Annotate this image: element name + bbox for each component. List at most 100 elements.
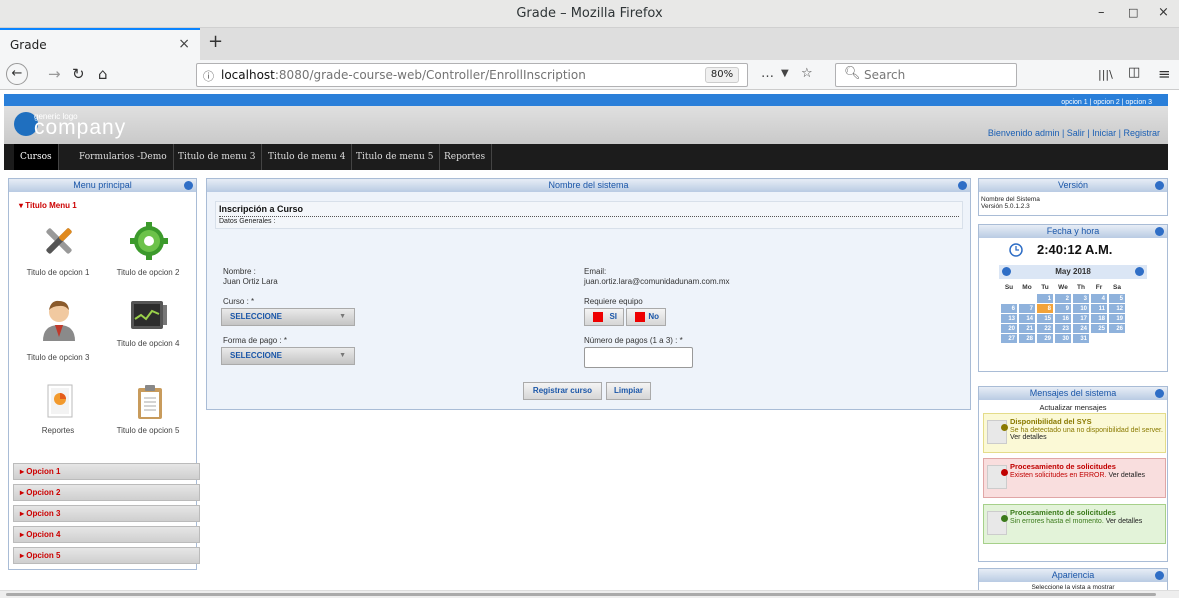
calendar-day[interactable]: 31: [1073, 334, 1089, 343]
main-panel-header: Nombre del sistema: [207, 179, 970, 192]
close-tab-icon[interactable]: ×: [178, 36, 190, 52]
calendar-day[interactable]: 19: [1109, 314, 1125, 323]
option-1-tile[interactable]: Titulo de opcion 1: [21, 221, 101, 281]
next-month-icon[interactable]: [1135, 267, 1144, 276]
info-icon[interactable]: ⓘ: [203, 68, 214, 84]
panel-toggle-icon[interactable]: [184, 181, 193, 190]
pocket-icon[interactable]: ▼: [781, 68, 789, 79]
curso-select[interactable]: SELECCIONE ▼: [221, 308, 355, 326]
calendar-day[interactable]: 24: [1073, 324, 1089, 333]
option-4-tile[interactable]: Titulo de opcion 4: [111, 297, 191, 367]
calendar-day[interactable]: 9: [1055, 304, 1071, 313]
refresh-messages-link[interactable]: Actualizar mensajes: [979, 403, 1167, 412]
menu-reportes[interactable]: Reportes: [438, 144, 493, 170]
bookmark-star-icon[interactable]: ☆: [801, 66, 813, 81]
message-details-link[interactable]: Ver detalles: [1108, 472, 1145, 479]
calendar-day[interactable]: 21: [1019, 324, 1035, 333]
calendar-day[interactable]: 29: [1037, 334, 1053, 343]
option-5-tile[interactable]: Titulo de opcion 5: [111, 384, 191, 444]
calendar-day[interactable]: 6: [1001, 304, 1017, 313]
version-panel-toggle-icon[interactable]: [1155, 181, 1164, 190]
menu-opcion-1[interactable]: ▸ Opcion 1: [13, 463, 200, 480]
message-details-link[interactable]: Ver detalles: [1106, 518, 1143, 525]
calendar-day[interactable]: 8: [1037, 304, 1053, 313]
message-details-link[interactable]: Ver detalles: [1010, 434, 1047, 441]
calendar-day[interactable]: 16: [1055, 314, 1071, 323]
maximize-button[interactable]: □: [1128, 6, 1138, 19]
appearance-panel-header: Apariencia: [979, 569, 1167, 582]
section-title[interactable]: ▾ Titulo Menu 1: [13, 199, 193, 215]
equipo-si-button[interactable]: SI: [584, 308, 624, 326]
zoom-level[interactable]: 80%: [705, 67, 739, 83]
calendar-day[interactable]: 17: [1073, 314, 1089, 323]
form-title: Inscripción a Curso: [219, 204, 304, 214]
menu-titulo-3[interactable]: Titulo de menu 3: [172, 144, 263, 170]
calendar-day[interactable]: 20: [1001, 324, 1017, 333]
search-field[interactable]: 🔍︎ Search: [835, 63, 1017, 87]
calendar-day[interactable]: 23: [1055, 324, 1071, 333]
calendar-day[interactable]: 4: [1091, 294, 1107, 303]
calendar-day[interactable]: 10: [1073, 304, 1089, 313]
library-icon[interactable]: |||\: [1098, 68, 1113, 81]
calendar-day[interactable]: 1: [1037, 294, 1053, 303]
tab-grade[interactable]: Grade ×: [0, 28, 200, 60]
calendar-day[interactable]: 14: [1019, 314, 1035, 323]
menu-titulo-5[interactable]: Titulo de menu 5: [350, 144, 441, 170]
message-body-text: Existen solicitudes en ERROR.: [1010, 472, 1107, 479]
close-window-button[interactable]: ×: [1158, 5, 1169, 20]
reportes-tile[interactable]: Reportes: [21, 384, 101, 444]
calendar-day[interactable]: 28: [1019, 334, 1035, 343]
calendar-day[interactable]: 3: [1073, 294, 1089, 303]
user-links[interactable]: Bienvenido admin | Salir | Iniciar | Reg…: [988, 128, 1160, 138]
menu-opcion-5[interactable]: ▸ Opcion 5: [13, 547, 200, 564]
new-tab-button[interactable]: +: [208, 31, 223, 52]
menu-formularios-demo[interactable]: Formularios -Demo: [73, 144, 174, 170]
top-links[interactable]: opcion 1 | opcion 2 | opcion 3: [1061, 99, 1152, 106]
messages-panel-toggle-icon[interactable]: [1155, 389, 1164, 398]
option-2-tile[interactable]: Titulo de opcion 2: [111, 221, 191, 281]
message-card[interactable]: Procesamiento de solicitudes Existen soli…: [983, 458, 1166, 498]
appearance-panel-toggle-icon[interactable]: [1155, 571, 1164, 580]
calendar-day[interactable]: 26: [1109, 324, 1125, 333]
version-panel-header: Versión: [979, 179, 1167, 192]
calendar-day[interactable]: 2: [1055, 294, 1071, 303]
menu-opcion-3[interactable]: ▸ Opcion 3: [13, 505, 200, 522]
reload-button[interactable]: ↻: [72, 65, 85, 83]
back-button[interactable]: ←: [6, 63, 28, 85]
calendar-day[interactable]: 18: [1091, 314, 1107, 323]
url-bar[interactable]: ⓘ localhost:8080/grade-course-web/Contro…: [196, 63, 813, 87]
calendar-day[interactable]: 12: [1109, 304, 1125, 313]
clear-button[interactable]: Limpiar: [606, 382, 651, 400]
menu-cursos[interactable]: Cursos: [14, 144, 59, 170]
calendar-day[interactable]: 15: [1037, 314, 1053, 323]
calendar-day[interactable]: 22: [1037, 324, 1053, 333]
scrollbar-thumb[interactable]: [6, 593, 1156, 596]
menu-icon[interactable]: ≡: [1158, 65, 1171, 83]
top-blue-bar: opcion 1 | opcion 2 | opcion 3: [4, 94, 1168, 106]
forward-button[interactable]: →: [48, 65, 61, 83]
home-button[interactable]: ⌂: [98, 65, 108, 83]
main-panel-toggle-icon[interactable]: [958, 181, 967, 190]
horizontal-scrollbar[interactable]: [0, 590, 1179, 598]
calendar-day[interactable]: 5: [1109, 294, 1125, 303]
menu-opcion-2[interactable]: ▸ Opcion 2: [13, 484, 200, 501]
sidebar-icon[interactable]: ◫: [1128, 65, 1140, 80]
page-actions-icon[interactable]: …: [761, 66, 774, 81]
minimize-button[interactable]: –: [1098, 5, 1105, 20]
equipo-no-button[interactable]: No: [626, 308, 666, 326]
calendar-day[interactable]: 27: [1001, 334, 1017, 343]
datetime-panel-toggle-icon[interactable]: [1155, 227, 1164, 236]
calendar-day[interactable]: 11: [1091, 304, 1107, 313]
calendar-day[interactable]: 7: [1019, 304, 1035, 313]
menu-opcion-4[interactable]: ▸ Opcion 4: [13, 526, 200, 543]
menu-titulo-4[interactable]: Titulo de menu 4: [262, 144, 353, 170]
pago-select[interactable]: SELECCIONE ▼: [221, 347, 355, 365]
message-card[interactable]: Disponibilidad del SYS Se ha detectado un…: [983, 413, 1166, 453]
option-3-tile[interactable]: Titulo de opcion 3: [21, 297, 101, 367]
calendar-day[interactable]: 13: [1001, 314, 1017, 323]
calendar-day[interactable]: 25: [1091, 324, 1107, 333]
register-button[interactable]: Registrar curso: [523, 382, 602, 400]
message-card[interactable]: Procesamiento de solicitudes Sin errores …: [983, 504, 1166, 544]
calendar-day[interactable]: 30: [1055, 334, 1071, 343]
num-pagos-input[interactable]: [584, 347, 693, 368]
